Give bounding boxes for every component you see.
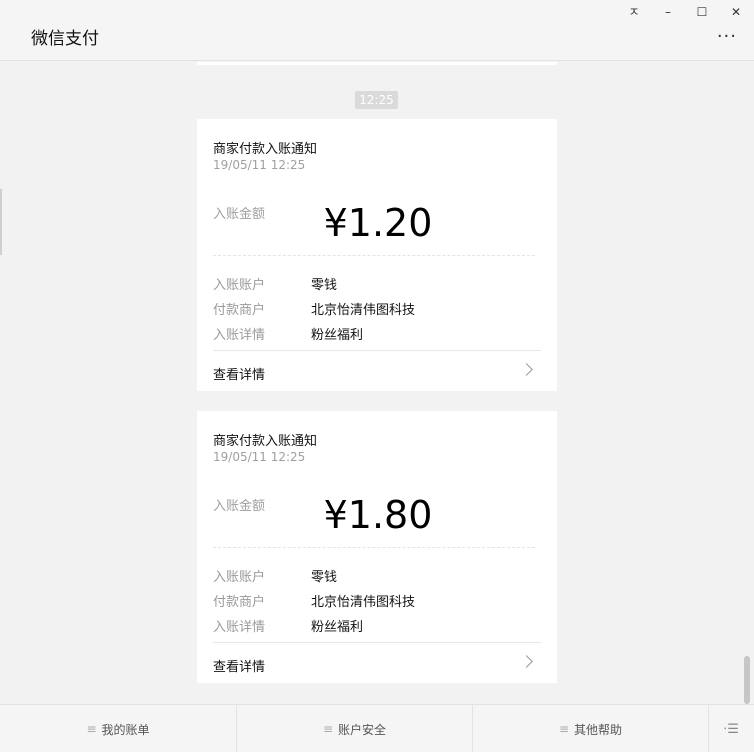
row-key: 入账详情 xyxy=(213,620,266,635)
dashed-divider xyxy=(213,255,535,256)
card-title: 商家付款入账通知 xyxy=(213,434,318,449)
payment-card: 商家付款入账通知 19/05/11 12:25 入账金额 ¥1.20 入账账户 … xyxy=(197,119,557,391)
menu-icon: ≡ xyxy=(322,722,334,736)
row-value: 粉丝福利 xyxy=(311,620,364,635)
row-value: 零钱 xyxy=(311,570,338,585)
view-details-link[interactable]: 查看详情 xyxy=(213,656,265,675)
tab-label: 账户安全 xyxy=(338,722,387,737)
menu-icon: ≡ xyxy=(86,722,97,736)
row-key: 付款商户 xyxy=(213,303,266,318)
side-handle xyxy=(0,189,2,255)
collapse-menu-icon[interactable]: ⋅☰ xyxy=(708,705,754,752)
scrollbar-thumb[interactable] xyxy=(744,656,750,704)
row-value: 零钱 xyxy=(311,278,338,293)
window-title: 微信支付 xyxy=(31,29,99,49)
tab-label: 我的账单 xyxy=(101,722,150,737)
maximize-button[interactable]: ☐ xyxy=(692,4,712,20)
card-title: 商家付款入账通知 xyxy=(213,142,318,157)
tab-my-bills[interactable]: ≡ 我的账单 xyxy=(0,705,237,752)
timestamp-pill: 12:25 xyxy=(355,91,398,109)
previous-card-edge xyxy=(197,62,557,65)
amount-value: ¥1.20 xyxy=(323,201,433,245)
dashed-divider xyxy=(213,547,535,548)
chevron-right-icon[interactable] xyxy=(520,655,533,668)
divider xyxy=(213,350,541,351)
minimize-button[interactable]: – xyxy=(658,4,678,20)
view-details-link[interactable]: 查看详情 xyxy=(213,364,265,383)
tab-other-help[interactable]: ≡ 其他帮助 xyxy=(473,705,709,752)
chevron-right-icon[interactable] xyxy=(520,363,533,376)
row-key: 付款商户 xyxy=(213,595,266,610)
title-bar: 微信支付 ㅈ – ☐ ✕ ··· xyxy=(0,0,754,61)
menu-icon: ≡ xyxy=(558,722,570,736)
bottom-menu: ≡ 我的账单 ≡ 账户安全 ≡ 其他帮助 ⋅☰ xyxy=(0,704,754,752)
message-list[interactable]: 12:25 商家付款入账通知 19/05/11 12:25 入账金额 ¥1.20… xyxy=(0,62,754,704)
card-date: 19/05/11 12:25 xyxy=(213,450,306,464)
row-key: 入账账户 xyxy=(213,278,266,293)
row-value: 粉丝福利 xyxy=(311,328,364,343)
tab-account-security[interactable]: ≡ 账户安全 xyxy=(237,705,473,752)
row-value: 北京怡清伟图科技 xyxy=(311,595,416,610)
tab-label: 其他帮助 xyxy=(574,722,623,737)
divider xyxy=(213,642,541,643)
more-options-icon[interactable]: ··· xyxy=(717,28,737,46)
pin-icon[interactable]: ㅈ xyxy=(624,4,644,20)
payment-card: 商家付款入账通知 19/05/11 12:25 入账金额 ¥1.80 入账账户 … xyxy=(197,411,557,683)
amount-value: ¥1.80 xyxy=(323,493,433,537)
close-button[interactable]: ✕ xyxy=(726,4,746,20)
row-key: 入账详情 xyxy=(213,328,266,343)
row-value: 北京怡清伟图科技 xyxy=(311,303,416,318)
row-key: 入账账户 xyxy=(213,570,266,585)
card-date: 19/05/11 12:25 xyxy=(213,158,306,172)
